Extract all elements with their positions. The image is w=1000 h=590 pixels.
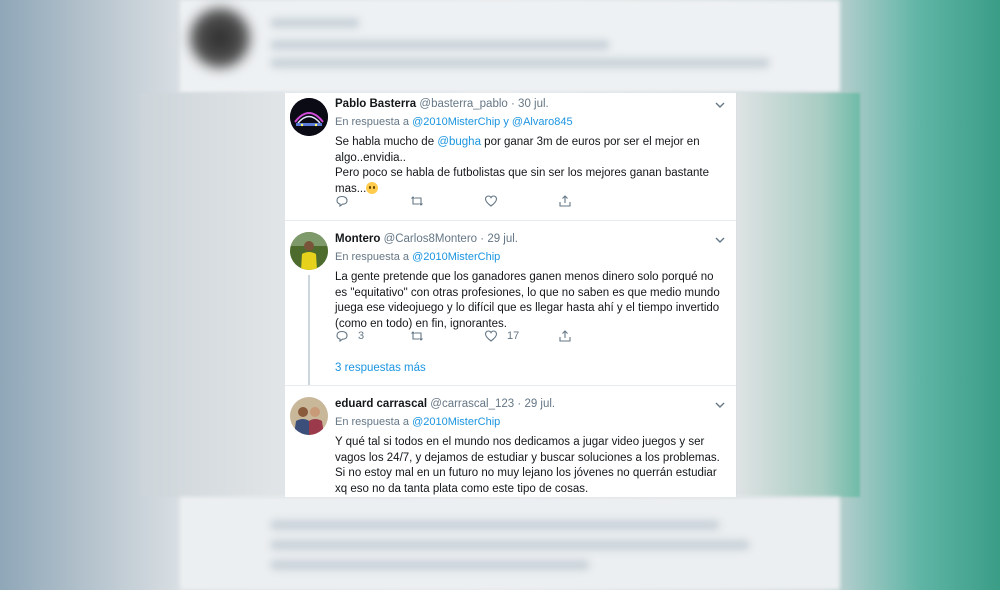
reply-prefix: En respuesta a [335, 251, 409, 263]
share-icon [559, 195, 571, 207]
user-handle[interactable]: @basterra_pablo [419, 98, 507, 110]
retweet-icon [411, 331, 423, 341]
blurred-line [270, 58, 770, 68]
avatar[interactable] [290, 98, 328, 136]
tweet-actions [335, 194, 595, 210]
tweet-text-part: Se habla mucho de [335, 136, 435, 148]
tweet-text: Se habla mucho de @bugha por ganar 3m de… [335, 135, 728, 197]
reply-mention[interactable]: @2010MisterChip [412, 416, 500, 428]
reply-context: En respuesta a @2010MisterChip y @Alvaro… [335, 115, 728, 130]
tweet-date[interactable]: 29 jul. [524, 398, 555, 410]
blurred-background-right [736, 93, 860, 497]
tweet-text-part: Pero poco se habla de futbolistas que si… [335, 167, 709, 195]
retweet-button[interactable] [410, 194, 424, 208]
share-button[interactable] [558, 194, 572, 208]
avatar[interactable] [290, 397, 328, 435]
chevron-down-icon[interactable] [714, 99, 726, 111]
blurred-line [270, 18, 360, 28]
user-handle[interactable]: @Carlos8Montero [384, 233, 478, 245]
reply-context: En respuesta a @2010MisterChip [335, 415, 728, 430]
display-name[interactable]: Montero [335, 233, 380, 245]
reply-count: 3 [358, 330, 365, 342]
like-button[interactable] [484, 194, 507, 208]
text-mention[interactable]: @bugha [437, 136, 481, 148]
share-icon [559, 330, 571, 342]
share-button[interactable] [558, 329, 572, 343]
tweet-date[interactable]: 29 jul. [487, 233, 518, 245]
reply-join[interactable]: y [503, 116, 509, 128]
chevron-down-icon[interactable] [714, 234, 726, 246]
blurred-line [270, 520, 720, 530]
retweet-button[interactable] [410, 329, 424, 343]
blurred-line [270, 40, 610, 50]
show-more-replies-link[interactable]: 3 respuestas más [335, 362, 426, 374]
display-name[interactable]: eduard carrascal [335, 398, 427, 410]
retweet-icon [411, 196, 423, 206]
tweet-text: La gente pretende que los ganadores gane… [335, 271, 720, 330]
like-count: 17 [507, 330, 520, 342]
thread-line [308, 275, 310, 385]
tweet-date[interactable]: 30 jul. [518, 98, 549, 110]
tweet-actions: 3 17 [335, 329, 595, 345]
tweet-item[interactable]: Montero @Carlos8Montero · 29 jul. En res… [285, 221, 736, 386]
tweet-text: Y qué tal si todos en el mundo nos dedic… [335, 436, 720, 495]
face-with-rolling-eyes-icon [366, 181, 379, 194]
reply-icon [336, 195, 348, 208]
user-handle[interactable]: @carrascal_123 [430, 398, 514, 410]
reply-mention[interactable]: @2010MisterChip [412, 116, 500, 128]
display-name[interactable]: Pablo Basterra [335, 98, 416, 110]
like-icon [484, 195, 498, 207]
blurred-line [270, 560, 590, 570]
reply-context: En respuesta a @2010MisterChip [335, 250, 728, 265]
reply-prefix: En respuesta a [335, 116, 409, 128]
reply-mention[interactable]: @2010MisterChip [412, 251, 500, 263]
blurred-avatar [190, 8, 250, 68]
reply-prefix: En respuesta a [335, 416, 409, 428]
tweet-replies-panel: Pablo Basterra @basterra_pablo · 30 jul.… [285, 93, 736, 497]
reply-mention[interactable]: @Alvaro845 [512, 116, 573, 128]
tweet-item[interactable]: Pablo Basterra @basterra_pablo · 30 jul.… [285, 93, 736, 221]
avatar[interactable] [290, 232, 328, 270]
chevron-down-icon[interactable] [714, 399, 726, 411]
like-button[interactable]: 17 [484, 329, 519, 343]
like-icon [484, 330, 498, 342]
reply-button[interactable] [335, 194, 358, 208]
reply-button[interactable]: 3 [335, 329, 364, 343]
reply-icon [336, 330, 348, 343]
tweet-item[interactable]: eduard carrascal @carrascal_123 · 29 jul… [285, 386, 736, 497]
blurred-line [270, 540, 750, 550]
blurred-background-left [140, 93, 285, 497]
